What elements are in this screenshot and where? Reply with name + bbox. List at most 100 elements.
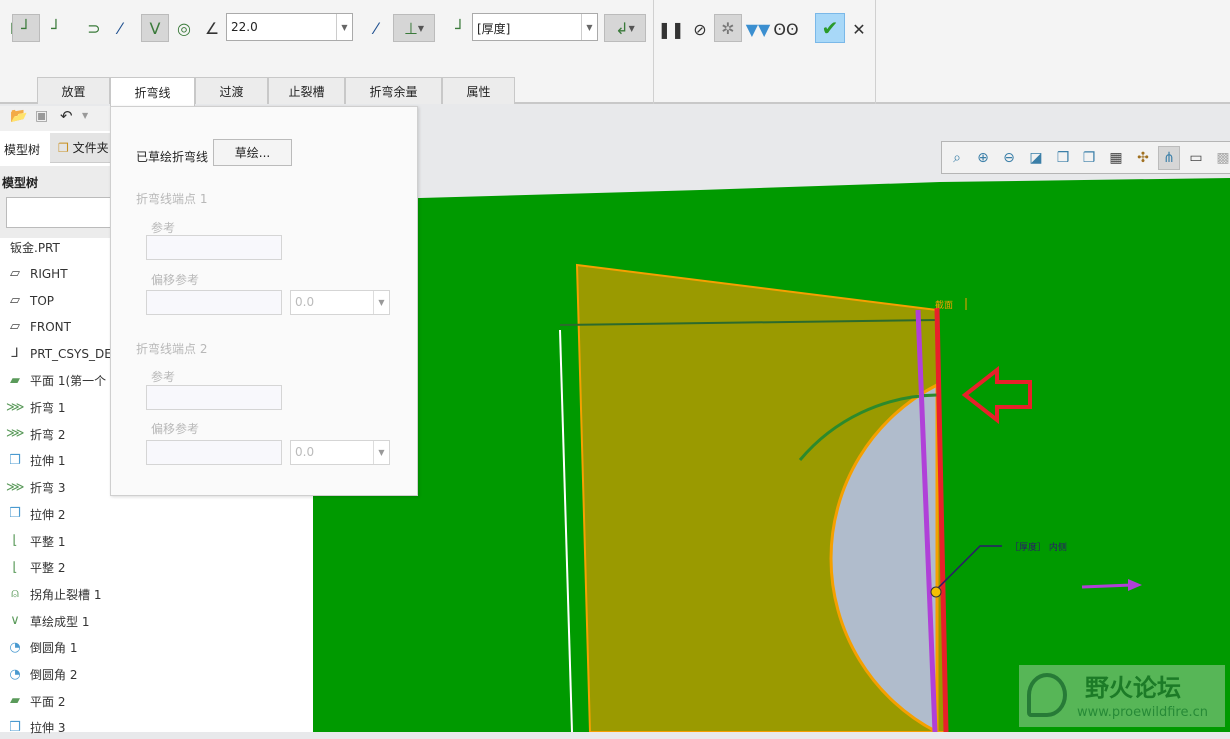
offset2-combo[interactable]: 0.0 ▼ xyxy=(290,440,390,465)
watermark-title: 野火论坛 xyxy=(1085,674,1181,702)
datum-plane-icon: ▱ xyxy=(10,319,20,335)
watermark-logo: 野火论坛 www.proewildfire.cn xyxy=(1019,665,1225,727)
tree-item-label: 拉伸 3 xyxy=(30,721,66,736)
extrude-icon: ❒ xyxy=(9,719,21,735)
open-icon[interactable]: 📂 xyxy=(10,108,27,124)
tree-item-label: 平整 1 xyxy=(30,534,66,549)
tree-item[interactable]: ▱ TOP xyxy=(6,290,54,312)
tree-item-label: 拉伸 2 xyxy=(30,507,66,522)
offset-reference2-label: 偏移参考 xyxy=(151,422,200,436)
flat-wall-icon: ▰ xyxy=(10,372,20,388)
round-icon: ◔ xyxy=(9,666,21,682)
chevron-down-icon[interactable]: ▼ xyxy=(82,111,88,120)
tree-item[interactable]: ⌊ 平整 2 xyxy=(6,557,65,579)
tree-item[interactable]: ◔ 倒圆角 2 xyxy=(6,664,77,686)
tab-model-tree[interactable]: 模型树 xyxy=(0,133,50,163)
endpoint2-label: 折弯线端点 2 xyxy=(136,342,208,356)
endpoint1-label: 折弯线端点 1 xyxy=(136,192,208,206)
flat-icon: ⌊ xyxy=(12,559,18,575)
offset-reference1-label: 偏移参考 xyxy=(151,273,200,287)
tree-item-label: 拉伸 1 xyxy=(30,454,66,469)
reference1-field[interactable] xyxy=(146,235,282,260)
tree-item[interactable]: ⍝ 拐角止裂槽 1 xyxy=(6,583,101,605)
tree-item[interactable]: ◔ 倒圆角 1 xyxy=(6,637,77,659)
offset-reference1-field[interactable] xyxy=(146,290,282,315)
view-toolbar: ⌕ ⊕ ⊖ ◪ ❒ ❐ ▦ ✣ ⋔ ▭ ▩ xyxy=(941,141,1230,174)
tree-item[interactable]: ▱ FRONT xyxy=(6,316,71,338)
tree-item-label: 草绘成型 1 xyxy=(30,614,90,629)
tree-item-label: 拐角止裂槽 1 xyxy=(30,587,102,602)
tree-item[interactable]: ∨ 草绘成型 1 xyxy=(6,610,89,632)
tree-item-label: 折弯 1 xyxy=(30,401,66,415)
bend-line-panel: 已草绘折弯线 草绘... 折弯线端点 1 参考 偏移参考 0.0 ▼ 折弯线端点 … xyxy=(110,106,418,496)
thickness-annotation[interactable]: ［厚度］ 内侧 xyxy=(1010,540,1067,553)
corner-relief-icon: ⍝ xyxy=(11,586,19,602)
tree-item[interactable]: ▰ 平面 2 xyxy=(6,690,65,712)
tab-folder[interactable]: ❐ 文件夹 xyxy=(58,139,109,156)
extrude-icon: ❒ xyxy=(9,506,21,522)
tree-item-label: RIGHT xyxy=(30,267,68,281)
spin-center-icon[interactable]: ⋔ xyxy=(1158,146,1180,170)
tree-item[interactable]: ⋙ 折弯 3 xyxy=(6,477,65,499)
tree-item-label: 折弯 2 xyxy=(30,427,66,442)
offset2-value: 0.0 xyxy=(295,445,315,459)
tree-item-label: TOP xyxy=(30,293,55,308)
save-icon[interactable]: ▣ xyxy=(35,108,48,124)
undo-icon[interactable]: ↶ xyxy=(60,107,73,125)
refit-icon[interactable]: ⌕ xyxy=(946,146,968,170)
offset-reference2-field[interactable] xyxy=(146,440,282,465)
tree-item[interactable]: ❒ 拉伸 3 xyxy=(6,717,65,739)
tree-item-label: PRT_CSYS_DE xyxy=(30,347,112,362)
repaint-icon[interactable]: ◪ xyxy=(1025,146,1047,170)
reference1-label: 参考 xyxy=(151,221,176,235)
view-manager-icon[interactable]: ▦ xyxy=(1105,146,1127,170)
flat-wall-icon: ▰ xyxy=(10,693,20,709)
bend-icon: ⋙ xyxy=(6,479,25,495)
offset1-combo[interactable]: 0.0 ▼ xyxy=(290,290,390,315)
section-label: 截面 xyxy=(935,301,954,311)
butterfly-logo-icon xyxy=(1027,673,1067,717)
tree-item-label: 平面 2 xyxy=(30,694,66,709)
tree-item[interactable]: ▱ RIGHT xyxy=(6,263,68,285)
reference2-field[interactable] xyxy=(146,385,282,410)
round-icon: ◔ xyxy=(9,639,21,655)
chevron-down-icon[interactable]: ▼ xyxy=(373,441,389,464)
direction-arrow[interactable] xyxy=(1081,583,1133,589)
tree-title: 模型树 xyxy=(2,176,39,190)
tree-item[interactable]: ⋙ 折弯 1 xyxy=(6,397,65,419)
saved-views-icon[interactable]: ❐ xyxy=(1078,146,1100,170)
tree-item-label: FRONT xyxy=(30,320,71,335)
zoom-out-icon[interactable]: ⊖ xyxy=(998,146,1020,170)
zoom-in-icon[interactable]: ⊕ xyxy=(972,146,994,170)
display-style-icon[interactable]: ❒ xyxy=(1052,146,1074,170)
tree-item[interactable]: ❒ 拉伸 1 xyxy=(6,450,65,472)
tree-item[interactable]: ▰ 平面 1(第一个 xyxy=(6,370,106,392)
tree-item-label: 平整 2 xyxy=(30,561,66,576)
offset1-value: 0.0 xyxy=(295,295,315,309)
sketch-button[interactable]: 草绘... xyxy=(213,139,292,166)
drag-handle[interactable] xyxy=(930,586,942,598)
flat-icon: ⌊ xyxy=(12,533,18,548)
datum-plane-icon: ▱ xyxy=(10,292,20,308)
tab-folder-label: 文件夹 xyxy=(72,141,109,155)
watermark-url: www.proewildfire.cn xyxy=(1077,705,1208,720)
folder-icon: ❐ xyxy=(58,141,69,155)
tree-item-label: 倒圆角 1 xyxy=(30,641,78,656)
bend-icon: ⋙ xyxy=(6,399,25,415)
csys-icon: ⅃ xyxy=(11,346,19,362)
chevron-down-icon[interactable]: ▼ xyxy=(373,291,389,314)
datum-display-icon[interactable]: ✣ xyxy=(1132,146,1154,170)
extrude-icon: ❒ xyxy=(9,452,21,468)
bend-icon: ⋙ xyxy=(6,426,25,442)
tree-item[interactable]: ⌊ 平整 1 xyxy=(6,530,65,552)
tree-item-label: 倒圆角 2 xyxy=(30,668,78,682)
tree-item[interactable]: ⅃ PRT_CSYS_DE xyxy=(6,343,112,365)
tree-item-label: 折弯 3 xyxy=(30,481,66,496)
tree-item[interactable]: ❒ 拉伸 2 xyxy=(6,503,65,525)
sketched-form-icon: ∨ xyxy=(10,613,20,629)
more-icon[interactable]: ▩ xyxy=(1212,146,1230,170)
annotation-display-icon[interactable]: ▭ xyxy=(1185,146,1207,170)
tree-item[interactable]: ⋙ 折弯 2 xyxy=(6,423,65,445)
tree-root[interactable]: 钣金.PRT xyxy=(10,236,60,258)
sketched-bend-line-label: 已草绘折弯线 xyxy=(136,150,209,164)
